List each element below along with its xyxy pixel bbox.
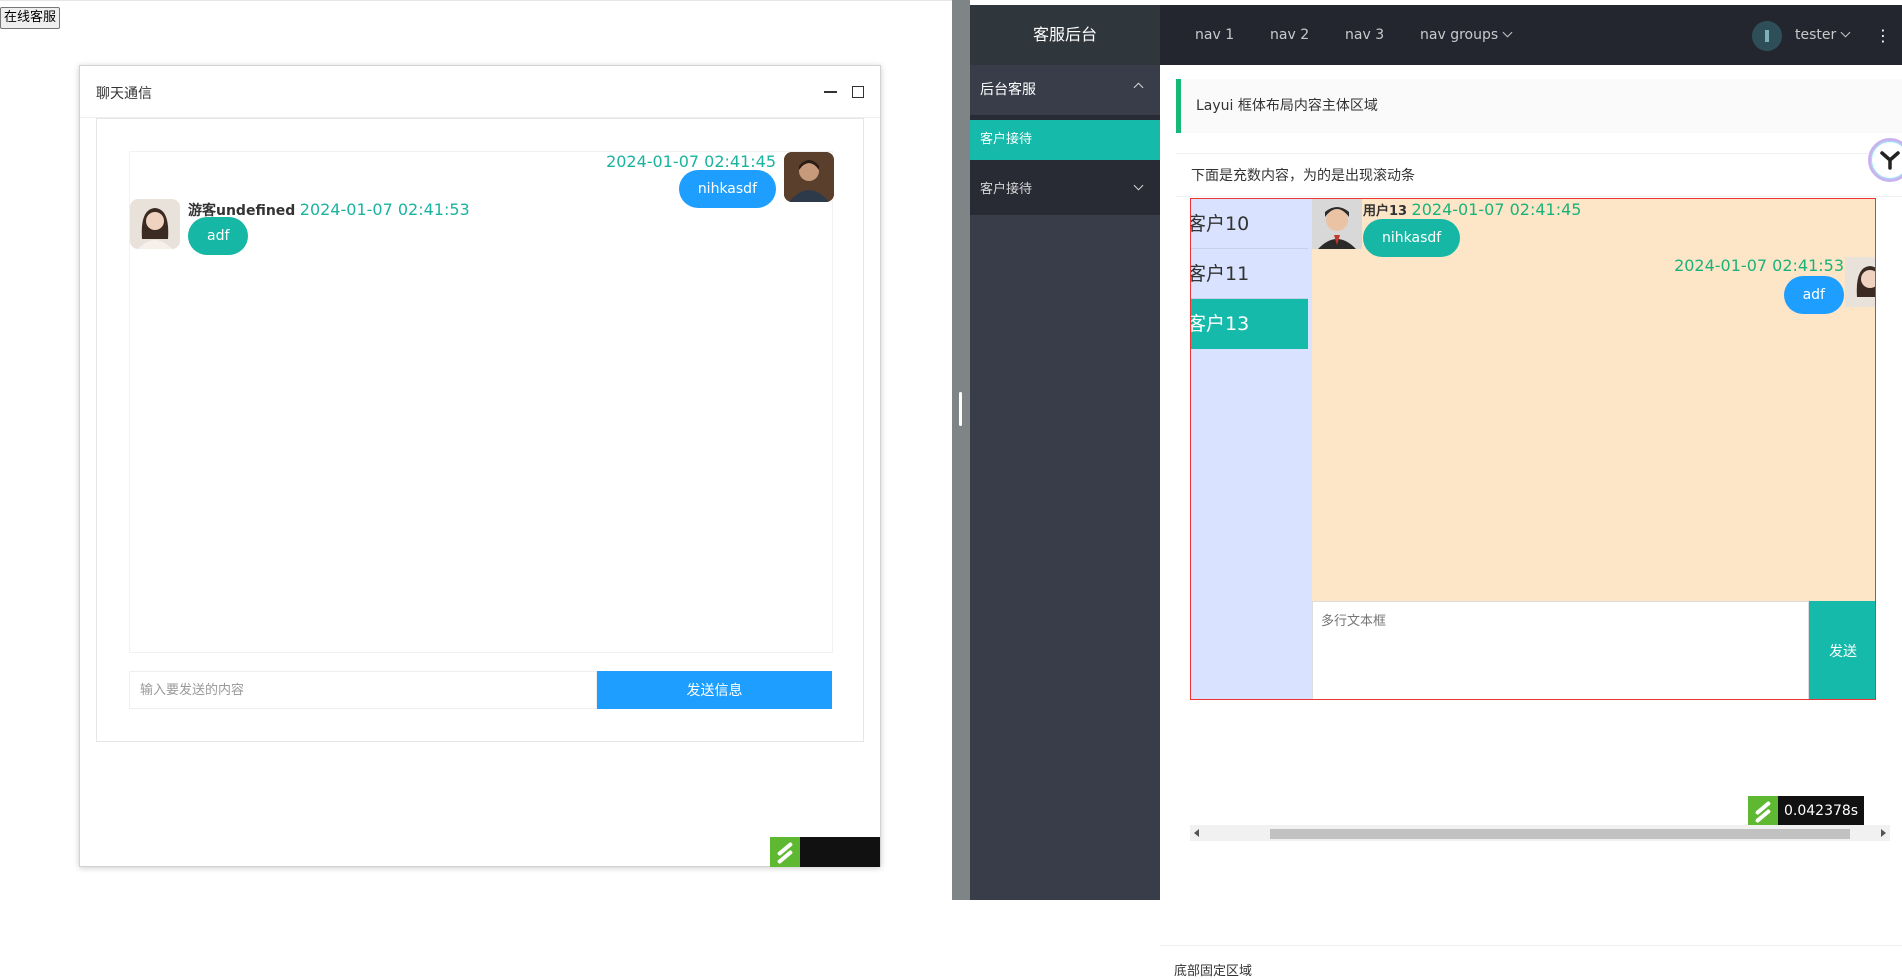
scrollbar-thumb[interactable] [1270, 829, 1850, 839]
chat-window: 聊天通信 2024-01-07 02:41:45 nihkasdf 游客unde… [79, 65, 881, 890]
chevron-up-icon [1133, 82, 1144, 93]
customer-avatar-icon [1312, 199, 1362, 249]
customer-name: 用户13 [1363, 204, 1408, 219]
customer-item[interactable]: 客户10 [1191, 199, 1308, 249]
main-content: Layui 框体布局内容主体区域 下面是充数内容，为的是出现滚动条 客户10 客… [1160, 65, 1902, 979]
message-bubble: adf [1783, 276, 1844, 314]
customer-list: 客户10 客户11 客户13 [1191, 199, 1312, 699]
message-bubble: nihkasdf [1363, 219, 1461, 257]
chevron-down-icon [1133, 180, 1144, 191]
pane-divider[interactable] [952, 0, 970, 900]
user-avatar[interactable] [1752, 21, 1782, 51]
leaf-icon [770, 837, 800, 867]
chat-card: 2024-01-07 02:41:45 nihkasdf 游客undefined… [96, 118, 864, 742]
customer-item[interactable]: 客户11 [1191, 249, 1308, 299]
more-vertical-icon[interactable]: ⋮ [1875, 27, 1891, 45]
message-time: 2024-01-07 02:41:45 [1411, 200, 1582, 219]
performance-time: 0.042378s [1784, 803, 1859, 819]
message-bubble: nihkasdf [678, 170, 776, 208]
message-time: 2024-01-07 02:41:53 [1674, 256, 1844, 275]
chat-window-title: 聊天通信 [96, 86, 152, 102]
online-service-button[interactable]: 在线客服 [0, 7, 61, 29]
top-header: 客服后台 nav 1 nav 2 nav 3 nav groups tester… [970, 5, 1902, 65]
message-input[interactable] [129, 671, 597, 709]
footer-strip: 底部固定区域 [1160, 945, 1902, 979]
scroll-right-arrow[interactable] [1881, 829, 1886, 837]
footer-text: 底部固定区域 [1174, 964, 1253, 979]
nav-groups[interactable]: nav groups [1420, 5, 1513, 65]
logo-box: 客服后台 [970, 5, 1160, 65]
app-logo: 客服后台 [1032, 25, 1097, 44]
send-button[interactable]: 发送 [1809, 601, 1875, 699]
visitor-avatar [130, 199, 180, 249]
filler-text: 下面是充数内容，为的是出现滚动条 [1176, 153, 1902, 197]
customer-service-box: 客户10 客户11 客户13 用户13 2024-01-07 02:41:45 … [1190, 198, 1876, 700]
floating-logo-glyph [1880, 151, 1900, 170]
admin-page: 客服后台 nav 1 nav 2 nav 3 nav groups tester… [970, 0, 1902, 979]
nav-item-2[interactable]: nav 2 [1270, 5, 1309, 65]
reply-textarea[interactable] [1312, 601, 1809, 699]
leaf-icon [1748, 796, 1778, 826]
scroll-left-arrow[interactable] [1194, 829, 1199, 837]
sidebar-item-customer-reception[interactable]: 客户接待 [970, 120, 1160, 160]
nav-item-3[interactable]: nav 3 [1345, 5, 1384, 65]
agent-avatar [1845, 257, 1875, 307]
sidebar: 后台客服 客户接待 客户接待 [970, 65, 1160, 900]
customer-item-active[interactable]: 客户13 [1191, 299, 1308, 349]
agent-avatar-icon [1845, 257, 1875, 307]
visitor-avatar-icon [130, 199, 180, 249]
nav-groups-label: nav groups [1420, 27, 1499, 43]
performance-badge: 0.042378s [1748, 796, 1865, 826]
user-name: tester [1795, 27, 1837, 43]
sidebar-group-customer-reception[interactable]: 客户接待 [970, 165, 1160, 215]
chevron-down-icon [1502, 27, 1513, 38]
agent-avatar [784, 152, 834, 202]
message-time: 2024-01-07 02:41:53 [299, 200, 470, 219]
chat-window-header: 聊天通信 [80, 66, 880, 118]
sidebar-group-backend-service[interactable]: 后台客服 [970, 65, 1160, 115]
chevron-down-icon [1840, 27, 1851, 38]
nav-item-1[interactable]: nav 1 [1195, 5, 1234, 65]
horizontal-scrollbar[interactable] [1190, 825, 1890, 841]
sidebar-group-label: 后台客服 [980, 82, 1036, 98]
customer-avatar [1312, 199, 1362, 249]
customer-chat-page: 在线客服 聊天通信 2024-01-07 02:41:45 nihkasdf 游… [0, 0, 952, 900]
minimize-icon[interactable] [824, 91, 837, 93]
send-message-button[interactable]: 发送信息 [597, 671, 832, 709]
sidebar-group-label: 客户接待 [980, 182, 1033, 197]
agent-avatar-icon [784, 152, 834, 202]
performance-badge: 0.030419s [770, 837, 880, 890]
user-menu[interactable]: tester [1795, 5, 1851, 65]
message-meta: 用户13 2024-01-07 02:41:45 [1363, 200, 1581, 219]
content-tip: Layui 框体布局内容主体区域 [1176, 79, 1902, 133]
customer-chat-area: 用户13 2024-01-07 02:41:45 nihkasdf 2024-0… [1312, 199, 1875, 601]
divider-grip-handle[interactable] [959, 392, 962, 426]
performance-time: 0.030419s [776, 874, 851, 890]
message-bubble: adf [188, 217, 249, 255]
message-time: 2024-01-07 02:41:45 [606, 152, 776, 171]
maximize-icon[interactable] [852, 86, 864, 98]
message-area: 2024-01-07 02:41:45 nihkasdf 游客undefined… [129, 151, 834, 653]
